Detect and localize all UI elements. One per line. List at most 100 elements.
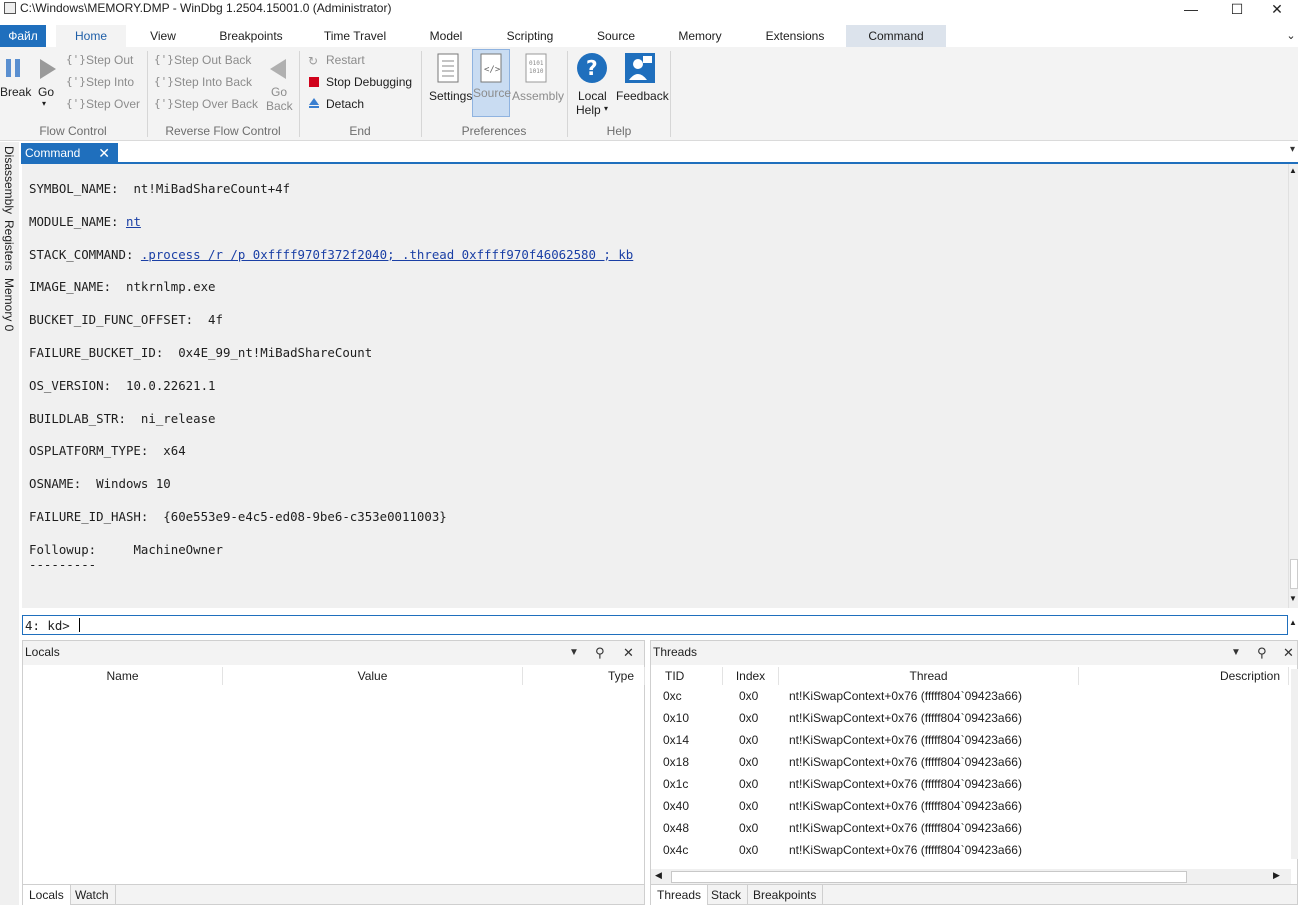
pin-icon[interactable]: ⚲	[595, 645, 605, 661]
pin-icon[interactable]: ⚲	[1257, 645, 1267, 661]
scroll-down-icon[interactable]: ▼	[1289, 594, 1297, 603]
locals-title: Locals	[25, 645, 60, 659]
tab-command[interactable]: Command	[846, 25, 946, 47]
output-line: OS_VERSION: 10.0.22621.1	[29, 378, 216, 393]
assembly-button[interactable]: 0101 1010 Assembly	[512, 51, 565, 119]
tab-watch[interactable]: Watch	[69, 885, 116, 905]
restart-button[interactable]: Restart	[326, 53, 365, 67]
chevron-down-icon[interactable]: ▼	[569, 647, 579, 658]
threads-horizontal-scrollbar[interactable]: ◀ ▶	[651, 869, 1291, 885]
output-line: OSPLATFORM_TYPE: x64	[29, 443, 186, 458]
table-row[interactable]: 0x18 0x0 nt!KiSwapContext+0x76 (fffff804`0…	[651, 751, 1291, 773]
cell-index: 0x0	[739, 711, 759, 725]
cell-thread: nt!KiSwapContext+0x76 (fffff804`09423a66…	[789, 843, 1022, 857]
app-icon	[4, 2, 16, 14]
stop-debugging-button[interactable]: Stop Debugging	[326, 75, 412, 89]
local-help-button[interactable]: ? Local Help ▾	[572, 51, 612, 119]
command-input[interactable]: 4: kd>	[22, 615, 1288, 635]
cell-tid: 0x10	[663, 711, 690, 725]
command-output[interactable]: SYMBOL_NAME: nt!MiBadShareCount+4f MODULE…	[22, 164, 1288, 590]
go-button[interactable]: Go ▾	[34, 51, 60, 119]
cell-index: 0x0	[739, 799, 759, 813]
ribbon-collapse-icon[interactable]: ⌄	[1284, 25, 1298, 47]
assembly-binary-icon: 01011010	[525, 53, 547, 83]
output-key: OSNAME:	[29, 476, 97, 492]
output-value: MachineOwner	[133, 541, 223, 557]
tab-home[interactable]: Home	[56, 25, 126, 47]
tab-threads[interactable]: Threads	[651, 885, 709, 905]
break-button[interactable]: Break	[0, 51, 32, 119]
step-over-back-button[interactable]: Step Over Back	[174, 97, 258, 111]
scroll-left-icon[interactable]: ◀	[655, 870, 662, 881]
close-icon[interactable]: ✕	[623, 645, 634, 661]
cell-index: 0x0	[739, 689, 759, 703]
settings-button[interactable]: Settings	[428, 51, 472, 119]
column-header-tid[interactable]: TID	[651, 667, 723, 685]
step-over-button[interactable]: Step Over	[86, 97, 140, 111]
rail-tab-memory0[interactable]: Memory 0	[2, 278, 16, 331]
close-icon[interactable]: ✕	[98, 143, 110, 163]
chevron-down-icon[interactable]: ▼	[1231, 647, 1241, 658]
tab-locals[interactable]: Locals	[23, 885, 71, 905]
table-row[interactable]: 0x48 0x0 nt!KiSwapContext+0x76 (fffff804`0…	[651, 817, 1291, 839]
maximize-button[interactable]: ☐	[1214, 0, 1260, 18]
tab-model[interactable]: Model	[420, 25, 472, 47]
column-header-thread[interactable]: Thread	[779, 667, 1079, 685]
column-header-value[interactable]: Value	[223, 667, 523, 685]
scrollbar-thumb[interactable]	[1290, 559, 1298, 589]
source-button[interactable]: </> Source	[472, 49, 511, 117]
cell-tid: 0x18	[663, 755, 690, 769]
command-window-tab[interactable]: Command ✕	[21, 143, 118, 163]
scroll-right-icon[interactable]: ▶	[1273, 870, 1280, 881]
table-row[interactable]: 0xc 0x0 nt!KiSwapContext+0x76 (fffff804`09…	[651, 685, 1291, 707]
rail-tab-disassembly[interactable]: Disassembly	[2, 146, 16, 214]
table-row[interactable]: 0x4c 0x0 nt!KiSwapContext+0x76 (fffff804`0…	[651, 839, 1291, 861]
column-header-type[interactable]: Type	[523, 667, 645, 685]
output-link[interactable]: nt	[126, 214, 141, 229]
assembly-label: Assembly	[512, 89, 565, 103]
table-row[interactable]: 0x40 0x0 nt!KiSwapContext+0x76 (fffff804`0…	[651, 795, 1291, 817]
scrollbar-thumb[interactable]	[671, 871, 1187, 883]
tab-view[interactable]: View	[136, 25, 190, 47]
rail-tab-registers[interactable]: Registers	[2, 220, 16, 271]
tab-extensions[interactable]: Extensions	[758, 25, 832, 47]
input-scroll-icon[interactable]: ▲	[1289, 618, 1297, 627]
scroll-up-icon[interactable]: ▲	[1289, 166, 1297, 175]
tab-file[interactable]: Файл	[0, 25, 46, 47]
tab-breakpoints-pane[interactable]: Breakpoints	[747, 885, 824, 905]
cell-index: 0x0	[739, 821, 759, 835]
close-button[interactable]: ✕	[1256, 0, 1298, 18]
output-link[interactable]: .process /r /p 0xffff970f372f2040; .thre…	[141, 247, 633, 262]
tab-memory[interactable]: Memory	[670, 25, 730, 47]
step-out-button[interactable]: Step Out	[86, 53, 133, 67]
tab-time-travel[interactable]: Time Travel	[316, 25, 394, 47]
output-line: STACK_COMMAND: .process /r /p 0xffff970f…	[29, 247, 633, 262]
tab-stack[interactable]: Stack	[705, 885, 749, 905]
column-header-index[interactable]: Index	[723, 667, 779, 685]
column-header-description[interactable]: Description	[1079, 667, 1289, 685]
threads-vertical-scrollbar[interactable]	[1291, 669, 1298, 859]
table-row[interactable]: 0x10 0x0 nt!KiSwapContext+0x76 (fffff804`0…	[651, 707, 1291, 729]
detach-button[interactable]: Detach	[326, 97, 364, 111]
tab-scripting[interactable]: Scripting	[498, 25, 562, 47]
cell-index: 0x0	[739, 777, 759, 791]
tab-source[interactable]: Source	[588, 25, 644, 47]
minimize-button[interactable]: —	[1168, 0, 1214, 18]
detach-icon	[309, 98, 319, 108]
close-icon[interactable]: ✕	[1283, 645, 1294, 661]
window-title: C:\Windows\MEMORY.DMP - WinDbg 1.2504.15…	[20, 1, 392, 15]
step-into-back-button[interactable]: Step Into Back	[174, 75, 252, 89]
step-out-back-button[interactable]: Step Out Back	[174, 53, 251, 67]
panel-menu-icon[interactable]: ▾	[1290, 144, 1295, 155]
feedback-button[interactable]: Feedback	[614, 51, 669, 119]
output-line: BUCKET_ID_FUNC_OFFSET: 4f	[29, 312, 223, 327]
command-vertical-scrollbar[interactable]: ▲ ▼	[1288, 164, 1298, 608]
table-row[interactable]: 0x1c 0x0 nt!KiSwapContext+0x76 (fffff804`0…	[651, 773, 1291, 795]
tab-breakpoints[interactable]: Breakpoints	[210, 25, 292, 47]
break-label: Break	[0, 85, 32, 99]
output-line: FAILURE_ID_HASH: {60e553e9-e4c5-ed08-9be…	[29, 509, 447, 524]
go-back-button[interactable]: Go Back	[262, 51, 294, 119]
column-header-name[interactable]: Name	[23, 667, 223, 685]
step-into-button[interactable]: Step Into	[86, 75, 134, 89]
table-row[interactable]: 0x14 0x0 nt!KiSwapContext+0x76 (fffff804`0…	[651, 729, 1291, 751]
